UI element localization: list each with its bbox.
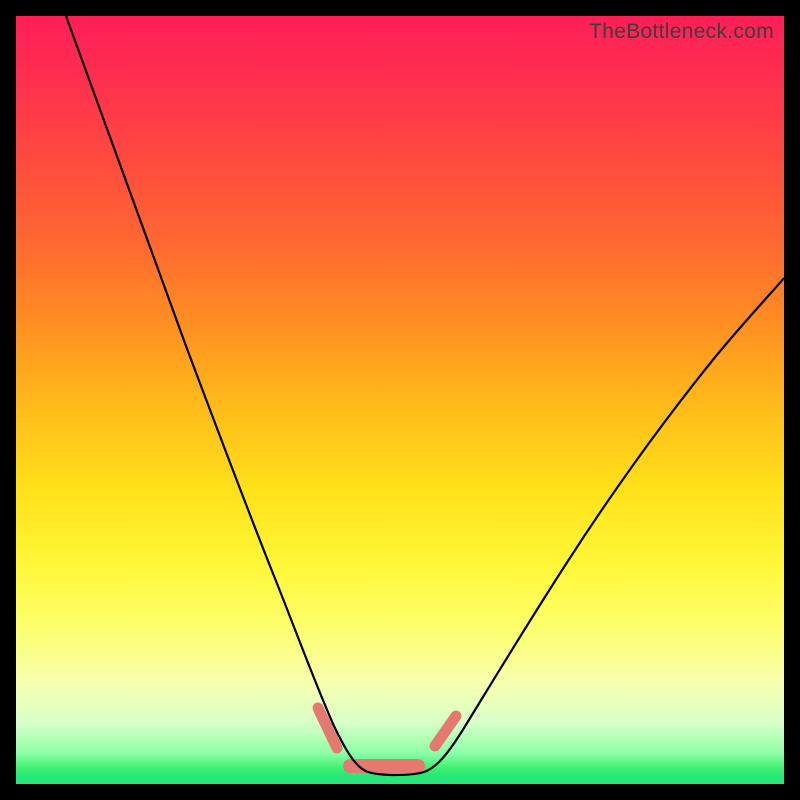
right-marker-highlight [435,716,456,746]
right-branch-curve [424,278,784,772]
chart-frame: TheBottleneck.com [16,16,784,784]
chart-svg [16,16,784,784]
left-branch-curve [66,16,368,772]
